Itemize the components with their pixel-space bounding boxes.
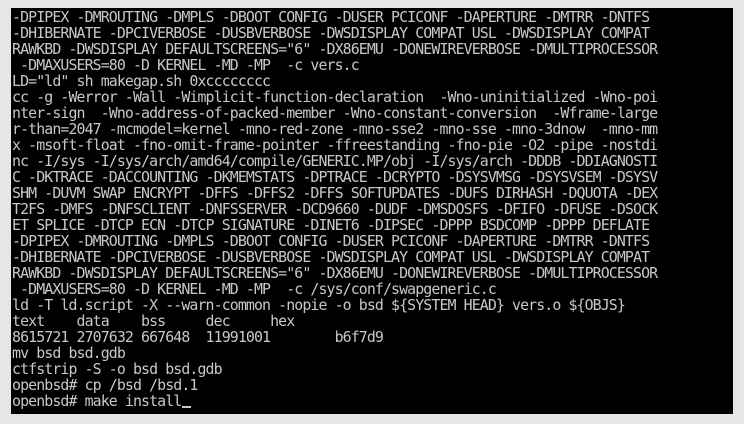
console-line: openbsd# cp /bsd /bsd.1	[12, 377, 198, 393]
command-input[interactable]: openbsd# make install	[12, 393, 182, 409]
console-line: -DMAXUSERS=80 -D_KERNEL -MD -MP -c /sys/…	[12, 281, 497, 297]
console-line: ctfstrip -S -o bsd bsd.gdb	[12, 361, 223, 377]
console-line: mv bsd bsd.gdb	[12, 345, 126, 361]
console-line: T2FS -DMFS -DNFSCLIENT -DNFSSERVER -DCD9…	[12, 201, 658, 217]
console-line: RAWKBD -DWSDISPLAY_DEFAULTSCREENS="6" -D…	[12, 265, 658, 281]
console-line: LD="ld" sh makegap.sh 0xcccccccc	[12, 73, 271, 89]
command-prompt-line[interactable]: openbsd# make install	[12, 393, 733, 409]
console-line: -DHIBERNATE -DPCIVERBOSE -DUSBVERBOSE -D…	[12, 249, 658, 265]
console-line: 8615721 2707632 667648 11991001 b6f7d9	[12, 329, 384, 345]
console-line: r-than=2047 -mcmodel=kernel -mno-red-zon…	[12, 121, 658, 137]
console-line: nter-sign -Wno-address-of-packed-member …	[12, 105, 658, 121]
console-line: -DPIPEX -DMROUTING -DMPLS -DBOOT_CONFIG …	[12, 233, 650, 249]
console-line: -DPIPEX -DMROUTING -DMPLS -DBOOT_CONFIG …	[12, 9, 650, 25]
console-line: -DHIBERNATE -DPCIVERBOSE -DUSBVERBOSE -D…	[12, 25, 658, 41]
console-line: text data bss dec hex	[12, 313, 295, 329]
text-cursor	[182, 406, 192, 408]
console-line: nc -I/sys -I/sys/arch/amd64/compile/GENE…	[12, 153, 658, 169]
console-line: SHM -DUVM_SWAP_ENCRYPT -DFFS -DFFS2 -DFF…	[12, 185, 658, 201]
console-line: RAWKBD -DWSDISPLAY_DEFAULTSCREENS="6" -D…	[12, 41, 658, 57]
console-line: -DMAXUSERS=80 -D_KERNEL -MD -MP -c vers.…	[12, 57, 360, 73]
terminal-screen[interactable]: -DPIPEX -DMROUTING -DMPLS -DBOOT_CONFIG …	[11, 8, 733, 414]
console-line: cc -g -Werror -Wall -Wimplicit-function-…	[12, 89, 658, 105]
console-output: -DPIPEX -DMROUTING -DMPLS -DBOOT_CONFIG …	[12, 9, 733, 409]
console-line: ET_SPLICE -DTCP_ECN -DTCP_SIGNATURE -DIN…	[12, 217, 650, 233]
vm-console-window: -DPIPEX -DMROUTING -DMPLS -DBOOT_CONFIG …	[0, 0, 744, 424]
console-line: C -DKTRACE -DACCOUNTING -DKMEMSTATS -DPT…	[12, 169, 658, 185]
console-line: ld -T ld.script -X --warn-common -nopie …	[12, 297, 626, 313]
console-line: x -msoft-float -fno-omit-frame-pointer -…	[12, 137, 658, 153]
